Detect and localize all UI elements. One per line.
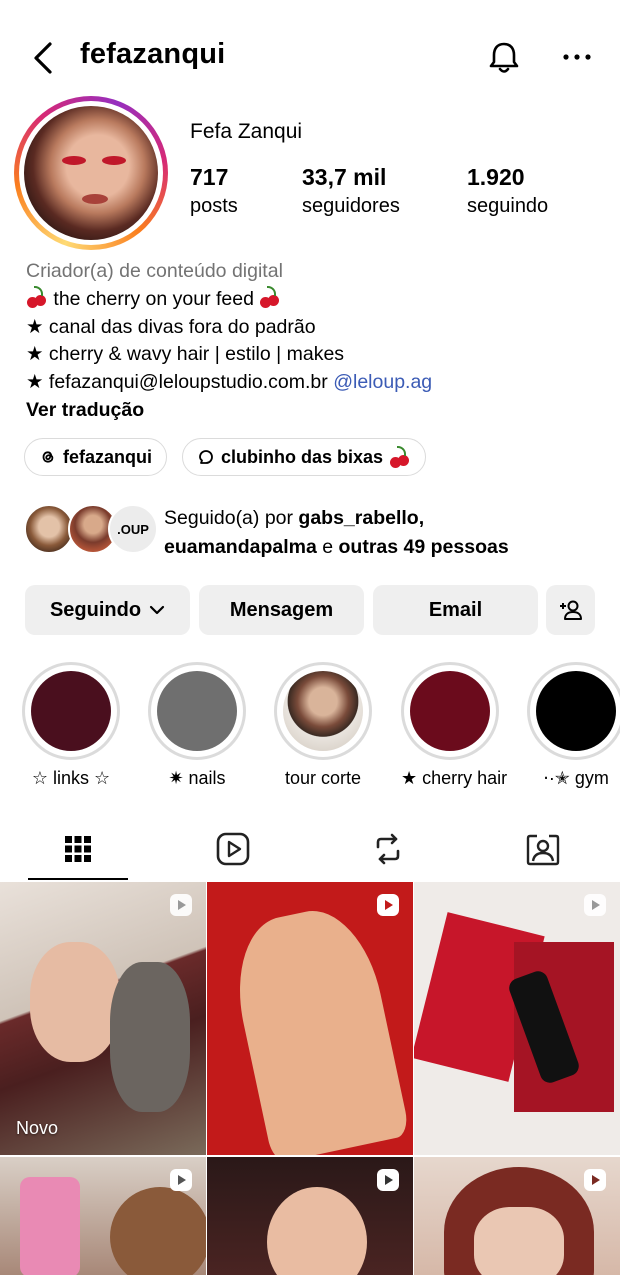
cherry-emoji-icon xyxy=(26,285,48,308)
email-button[interactable]: Email xyxy=(373,585,538,635)
following-button[interactable]: Seguindo xyxy=(25,585,190,635)
reel-badge-icon xyxy=(377,1169,399,1191)
bio-line-2: ★ canal das divas fora do padrão xyxy=(26,315,316,338)
stat-following[interactable]: 1.920 seguindo xyxy=(467,164,548,218)
grid-post[interactable] xyxy=(414,1157,620,1275)
cherry-emoji-icon xyxy=(259,285,281,308)
mutual-avatar xyxy=(24,504,74,554)
broadcast-channel-chip[interactable]: clubinho das bixas xyxy=(182,438,427,476)
cherry-emoji-icon xyxy=(389,446,411,468)
chevron-down-icon xyxy=(149,605,165,615)
highlight-nails[interactable]: ✷ nails xyxy=(148,662,246,789)
grid-post[interactable] xyxy=(414,882,620,1155)
tab-tagged[interactable] xyxy=(465,818,620,880)
mutual-avatar: .OUP xyxy=(108,504,158,554)
profile-bio: Criador(a) de conteúdo digital the cherr… xyxy=(26,258,606,425)
profile-full-name: Fefa Zanqui xyxy=(190,120,303,143)
tab-reels[interactable] xyxy=(155,818,310,880)
add-person-icon xyxy=(559,600,582,620)
reel-badge-icon xyxy=(584,894,606,916)
profile-category: Criador(a) de conteúdo digital xyxy=(26,260,283,282)
grid-post[interactable]: Novo xyxy=(0,882,206,1155)
reel-badge-icon xyxy=(170,894,192,916)
repost-icon xyxy=(376,833,399,865)
grid-post[interactable] xyxy=(207,882,413,1155)
reels-icon xyxy=(216,832,249,866)
tab-reposts[interactable] xyxy=(310,818,465,880)
stat-posts[interactable]: 717 posts xyxy=(190,164,238,218)
threads-icon xyxy=(42,451,54,463)
grid-post[interactable] xyxy=(0,1157,206,1275)
bio-line-3: ★ cherry & wavy hair | estilo | makes xyxy=(26,343,345,366)
reel-badge-icon xyxy=(170,1169,192,1191)
grid-icon xyxy=(64,836,91,862)
translate-link[interactable]: Ver tradução xyxy=(26,397,606,425)
mutual-followers-avatars[interactable]: .OUP xyxy=(24,504,158,556)
profile-avatar-story-ring[interactable] xyxy=(14,96,168,250)
more-options-icon[interactable] xyxy=(560,42,594,72)
notification-bell-icon[interactable] xyxy=(484,38,524,78)
bio-line-1: the cherry on your feed xyxy=(26,285,606,314)
posts-grid: Novo xyxy=(0,882,620,1275)
channel-icon xyxy=(199,450,213,464)
reel-badge-icon xyxy=(377,894,399,916)
profile-username: fefazanqui xyxy=(80,38,226,70)
threads-chip[interactable]: fefazanqui xyxy=(24,438,168,476)
grid-post[interactable] xyxy=(207,1157,413,1275)
reel-badge-icon xyxy=(584,1169,606,1191)
stat-followers[interactable]: 33,7 mil seguidores xyxy=(302,164,400,218)
tagged-person-icon xyxy=(526,834,559,866)
highlight-tour-corte[interactable]: tour corte xyxy=(274,662,372,789)
highlight-links[interactable]: ☆ links ☆ xyxy=(22,662,120,789)
profile-avatar xyxy=(24,106,158,240)
message-button[interactable]: Mensagem xyxy=(199,585,364,635)
bio-line-4: ★ fefazanqui@leloupstudio.com.br @leloup… xyxy=(26,371,433,394)
new-post-label: Novo xyxy=(16,1118,59,1138)
suggested-users-button[interactable] xyxy=(546,585,595,635)
mutual-followers-text[interactable]: Seguido(a) por gabs_rabello, euamandapal… xyxy=(164,504,604,562)
tab-posts-grid[interactable] xyxy=(0,818,155,880)
highlight-cherry-hair[interactable]: ★ cherry hair xyxy=(401,662,507,789)
top-bar: fefazanqui xyxy=(0,0,620,110)
bio-mention-link[interactable]: @leloup.ag xyxy=(333,371,432,393)
back-arrow-icon[interactable] xyxy=(28,38,58,78)
highlight-gym[interactable]: ⋅·✭ gym xyxy=(527,662,620,789)
active-tab-indicator xyxy=(28,878,128,880)
profile-tabs xyxy=(0,818,620,882)
